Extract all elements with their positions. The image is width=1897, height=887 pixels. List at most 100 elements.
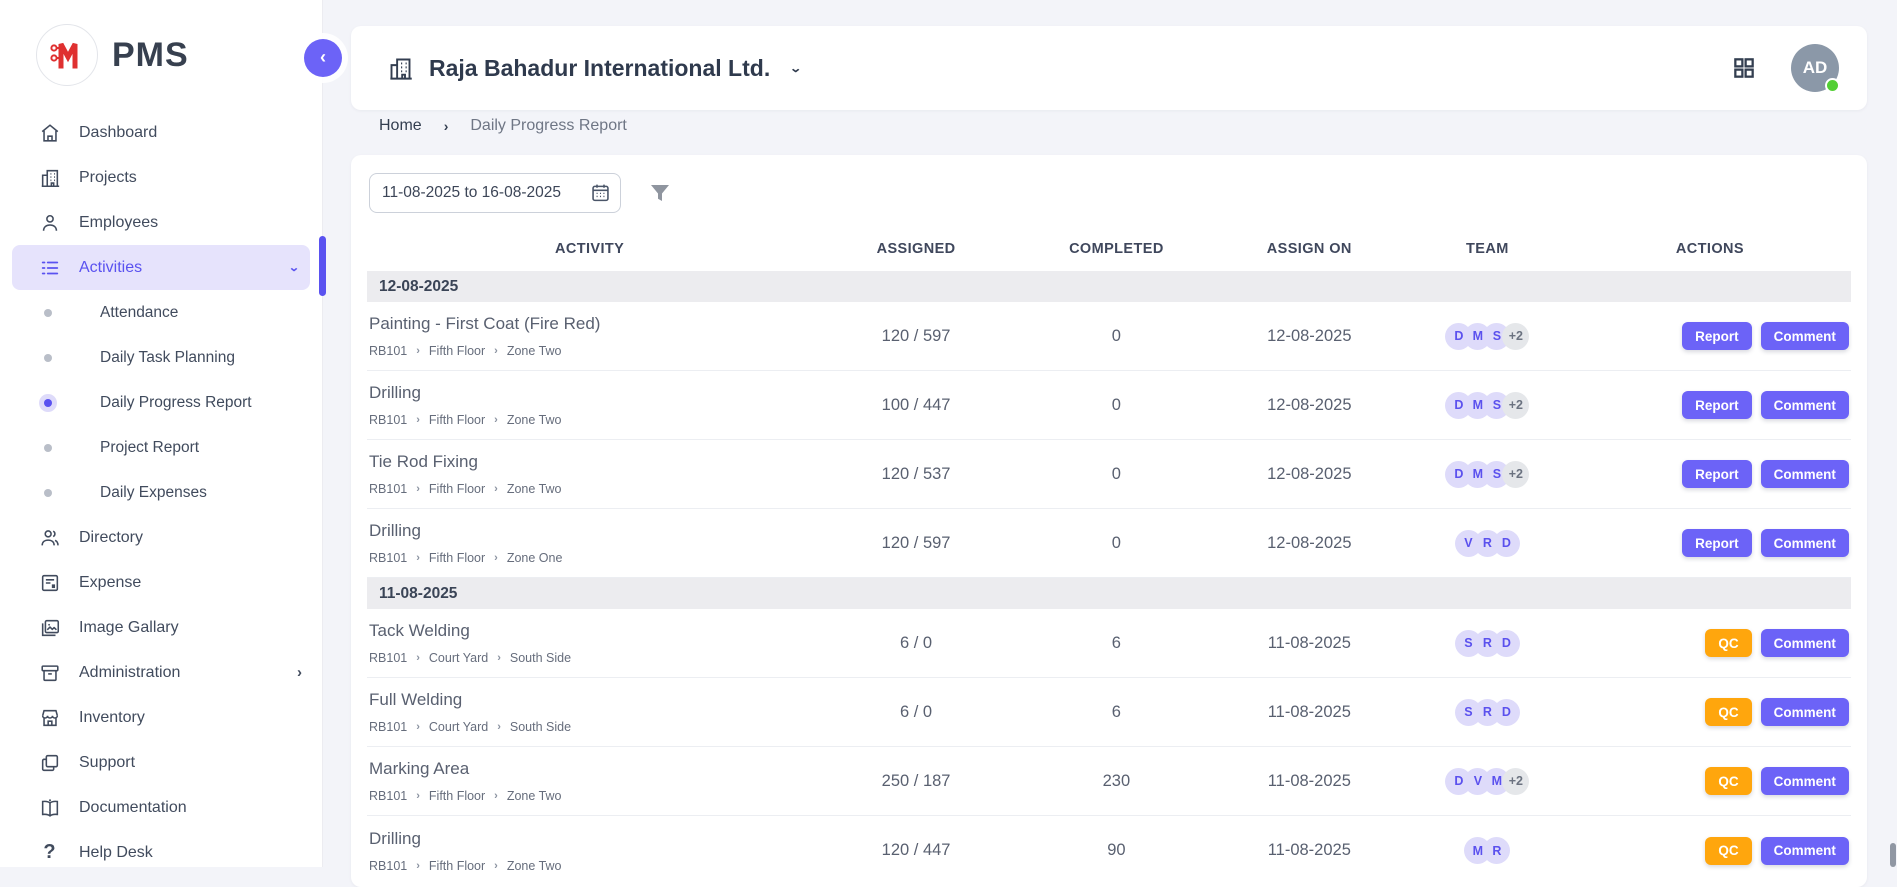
team-avatar: D: [1493, 530, 1520, 557]
funnel-icon[interactable]: [647, 181, 673, 205]
qc-button[interactable]: QC: [1705, 767, 1751, 795]
report-button[interactable]: Report: [1682, 322, 1752, 350]
app-logo: PMS: [0, 0, 322, 104]
qc-button[interactable]: QC: [1705, 837, 1751, 865]
table-row: Drilling RB101› Fifth Floor› Zone Two 12…: [367, 816, 1851, 885]
sidebar-item-label: Documentation: [79, 799, 187, 817]
user-avatar[interactable]: AD: [1791, 44, 1839, 92]
report-button[interactable]: Report: [1682, 529, 1752, 557]
team-avatars[interactable]: D M S +2: [1445, 461, 1529, 488]
breadcrumb-home[interactable]: Home: [379, 117, 422, 135]
sidebar-subitem-label: Daily Task Planning: [100, 349, 235, 367]
assigned-value: 6 / 0: [812, 634, 1020, 653]
chevron-right-icon: ›: [444, 118, 449, 134]
sidebar-collapse-button[interactable]: ‹: [304, 39, 342, 77]
comment-button[interactable]: Comment: [1761, 391, 1849, 419]
sidebar-item-support[interactable]: Support: [0, 740, 322, 785]
sidebar-item-expense[interactable]: Expense: [0, 560, 322, 605]
path-segment: Zone One: [507, 551, 563, 565]
bullet-icon: [44, 399, 52, 407]
assign-on-date: 12-08-2025: [1213, 396, 1406, 415]
team-avatars[interactable]: D M S +2: [1445, 323, 1529, 350]
chevron-right-icon: ›: [416, 721, 420, 733]
company-selector[interactable]: Raja Bahadur International Ltd. ⌄: [387, 55, 802, 82]
date-range-input[interactable]: [369, 173, 621, 213]
team-avatars[interactable]: V R D: [1455, 530, 1520, 557]
chevron-right-icon: ›: [494, 483, 498, 495]
sidebar-item-activities[interactable]: Activities ⌄: [12, 245, 310, 290]
chevron-right-icon: ›: [494, 790, 498, 802]
assign-on-date: 12-08-2025: [1213, 327, 1406, 346]
qc-button[interactable]: QC: [1705, 698, 1751, 726]
sidebar-item-label: Expense: [79, 574, 141, 592]
sidebar-item-label: Directory: [79, 529, 143, 547]
path-segment: Fifth Floor: [429, 551, 485, 565]
comment-button[interactable]: Comment: [1761, 767, 1849, 795]
breadcrumb: Home › Daily Progress Report: [379, 117, 627, 135]
qc-button[interactable]: QC: [1705, 629, 1751, 657]
completed-value: 0: [1020, 534, 1213, 553]
sidebar-item-documentation[interactable]: Documentation: [0, 785, 322, 830]
completed-value: 0: [1020, 327, 1213, 346]
sidebar-menu: Dashboard Projects Employees Activities …: [0, 110, 322, 875]
team-avatar-more: +2: [1502, 392, 1529, 419]
company-name: Raja Bahadur International Ltd.: [429, 55, 770, 82]
team-avatars[interactable]: D M S +2: [1445, 392, 1529, 419]
path-segment: Court Yard: [429, 651, 488, 665]
sidebar-item-dashboard[interactable]: Dashboard: [0, 110, 322, 155]
home-icon: [38, 121, 61, 144]
chevron-left-icon: ‹: [320, 47, 326, 68]
assign-on-date: 12-08-2025: [1213, 465, 1406, 484]
team-avatars[interactable]: M R: [1464, 837, 1510, 864]
sidebar-subitem-project-report[interactable]: Project Report: [0, 425, 322, 470]
sidebar-item-inventory[interactable]: Inventory: [0, 695, 322, 740]
activity-location-path: RB101› Court Yard› South Side: [369, 720, 804, 734]
sidebar-item-employees[interactable]: Employees: [0, 200, 322, 245]
activity-title: Drilling: [369, 829, 804, 849]
sidebar-item-administration[interactable]: Administration ›: [0, 650, 322, 695]
sidebar-item-label: Employees: [79, 214, 158, 232]
comment-button[interactable]: Comment: [1761, 698, 1849, 726]
sidebar-item-projects[interactable]: Projects: [0, 155, 322, 200]
sidebar-subitem-daily-progress-report[interactable]: Daily Progress Report: [0, 380, 322, 425]
chevron-right-icon: ›: [494, 552, 498, 564]
table-row: Painting - First Coat (Fire Red) RB101› …: [367, 302, 1851, 371]
report-button[interactable]: Report: [1682, 391, 1752, 419]
activity-location-path: RB101› Fifth Floor› Zone Two: [369, 344, 804, 358]
sidebar-item-image-gallary[interactable]: Image Gallary: [0, 605, 322, 650]
activity-title: Tie Rod Fixing: [369, 452, 804, 472]
activity-title: Full Welding: [369, 690, 804, 710]
chevron-right-icon: ›: [494, 860, 498, 872]
sidebar-item-directory[interactable]: Directory: [0, 515, 322, 560]
sidebar-subitem-attendance[interactable]: Attendance: [0, 290, 322, 335]
buildings-icon: [387, 55, 414, 82]
vertical-scrollbar[interactable]: [1890, 843, 1896, 867]
path-segment: RB101: [369, 720, 407, 734]
table-row: Tack Welding RB101› Court Yard› South Si…: [367, 609, 1851, 678]
assign-on-date: 11-08-2025: [1213, 841, 1406, 860]
comment-button[interactable]: Comment: [1761, 322, 1849, 350]
team-avatars[interactable]: D V M +2: [1445, 768, 1529, 795]
completed-value: 230: [1020, 772, 1213, 791]
comment-button[interactable]: Comment: [1761, 460, 1849, 488]
bullet-icon: [44, 489, 52, 497]
sidebar-item-help-desk[interactable]: ? Help Desk: [0, 830, 322, 875]
team-avatars[interactable]: S R D: [1455, 699, 1520, 726]
online-status-dot: [1825, 78, 1840, 93]
filter-row: [367, 173, 1851, 213]
path-segment: Fifth Floor: [429, 859, 485, 873]
report-button[interactable]: Report: [1682, 460, 1752, 488]
comment-button[interactable]: Comment: [1761, 629, 1849, 657]
team-avatars[interactable]: S R D: [1455, 630, 1520, 657]
sidebar-item-label: Dashboard: [79, 124, 157, 142]
comment-button[interactable]: Comment: [1761, 837, 1849, 865]
sidebar: PMS Dashboard Projects Employees Activi: [0, 0, 323, 867]
sidebar-subitem-daily-expenses[interactable]: Daily Expenses: [0, 470, 322, 515]
date-group-header: 11-08-2025: [367, 578, 1851, 609]
sidebar-item-label: Support: [79, 754, 135, 772]
sidebar-subitem-daily-task-planning[interactable]: Daily Task Planning: [0, 335, 322, 380]
comment-button[interactable]: Comment: [1761, 529, 1849, 557]
chevron-right-icon: ›: [494, 345, 498, 357]
invoice-icon: [38, 571, 61, 594]
grid-icon[interactable]: [1731, 55, 1757, 81]
